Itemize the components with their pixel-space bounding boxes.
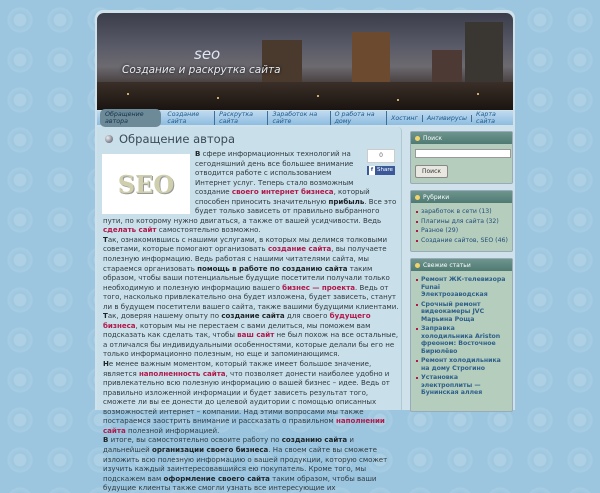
nav-item-antivirus[interactable]: Антивирусы	[423, 114, 473, 122]
nav-item-author[interactable]: Обращение автора	[100, 109, 162, 127]
text-run: ак, доверяя нашему опыту по	[107, 311, 222, 321]
nav-item-hosting[interactable]: Хостинг	[387, 114, 423, 122]
bold-text: оформление своего сайта	[163, 473, 270, 483]
recent-post-link[interactable]: Установка электроплиты — Бунинская аллея	[415, 374, 508, 397]
widget-bullet-icon	[415, 194, 420, 200]
recent-post-link[interactable]: Заправка холодильника Ariston фреоном: В…	[415, 325, 508, 355]
main-content: Обращение автора В сфере информационных …	[97, 127, 402, 492]
nav-item-create-site[interactable]: Создание сайта	[163, 111, 216, 125]
facebook-icon: f	[369, 166, 375, 175]
main-nav: Обращение автора Создание сайта Раскрутк…	[97, 109, 513, 127]
site-description: Создание и раскрутка сайта	[122, 64, 281, 76]
recent-widget-title: Свежие статьи	[423, 261, 471, 269]
post-paragraph: Так, доверяя нашему опыту по создание са…	[103, 311, 399, 359]
category-link[interactable]: Плагины для сайта (32)	[415, 218, 508, 226]
seo-image-text: SEO	[117, 169, 175, 199]
nav-item-promotion[interactable]: Раскрутка сайта	[215, 111, 269, 125]
widget-bullet-icon	[415, 262, 420, 268]
sidebar: Поиск Поиск Рубрики заработок в сети (13…	[410, 131, 513, 418]
site-name-link[interactable]: seo	[194, 45, 220, 63]
search-widget-title: Поиск	[423, 134, 443, 142]
inline-link[interactable]: создание сайта	[268, 244, 331, 253]
city-light	[217, 97, 219, 99]
globe-icon	[105, 135, 113, 143]
city-light	[477, 93, 479, 95]
post-paragraph: В итоге, вы самостоятельно освоите работ…	[103, 435, 399, 492]
header-banner: seo Создание и раскрутка сайта	[97, 13, 513, 110]
search-input[interactable]	[415, 149, 511, 158]
city-light	[397, 99, 399, 101]
inline-link[interactable]: бизнес — проекта	[282, 283, 355, 292]
inline-link[interactable]: ваш сайт	[237, 330, 274, 339]
recent-post-link[interactable]: Ремонт ЖК-телевизора Funai Электрозаводс…	[415, 276, 508, 299]
bold-text: создание сайта	[221, 311, 285, 321]
nav-item-earnings[interactable]: Заработок на сайте	[268, 111, 331, 125]
city-light	[127, 93, 129, 95]
search-widget: Поиск Поиск	[410, 131, 513, 184]
nav-item-home-work[interactable]: О работа на дому	[331, 111, 388, 125]
text-run: самостоятельно возможно.	[156, 225, 261, 235]
text-run: итоге, вы самостоятельно освоите работу …	[108, 435, 282, 445]
bold-text: созданию сайта	[281, 435, 348, 445]
widget-bullet-icon	[415, 135, 420, 141]
bold-text: прибыль	[328, 196, 365, 206]
category-link[interactable]: заработок в сети (13)	[415, 208, 508, 216]
categories-widget-title: Рубрики	[423, 193, 450, 201]
post-title-text: Обращение автора	[119, 132, 236, 146]
inline-link[interactable]: своего интернет бизнеса	[232, 187, 334, 196]
recent-post-link[interactable]: Ремонт холодильника на дому Строгино	[415, 357, 508, 372]
bold-text: организации своего бизнеса	[151, 444, 269, 454]
recent-post-link[interactable]: Срочный ремонт видеокамеры JVC Марьина Р…	[415, 301, 508, 324]
text-run: для своего	[284, 311, 330, 321]
like-count: 0	[367, 149, 395, 163]
city-ground	[97, 82, 513, 110]
recent-posts-widget: Свежие статьи Ремонт ЖК-телевизора Funai…	[410, 258, 513, 412]
post-paragraph: Так, ознакомившись с нашими услугами, в …	[103, 235, 399, 311]
post-title: Обращение автора	[105, 132, 235, 146]
page-container: seo Создание и раскрутка сайта Обращение…	[95, 10, 515, 492]
categories-widget: Рубрики заработок в сети (13) Плагины дл…	[410, 190, 513, 252]
post-paragraph: Не менее важным моментом, который также …	[103, 359, 399, 435]
facebook-share-button[interactable]: f Share	[367, 166, 395, 175]
inline-link[interactable]: сделать сайт	[103, 225, 157, 234]
category-link[interactable]: Создание сайтов, SEO (46)	[415, 237, 508, 245]
nav-item-sitemap[interactable]: Карта сайта	[472, 111, 513, 125]
category-link[interactable]: Разное (29)	[415, 227, 508, 235]
search-button[interactable]: Поиск	[415, 165, 449, 178]
city-light	[317, 95, 319, 97]
seo-image: SEO	[102, 154, 190, 214]
share-label: Share	[377, 167, 393, 173]
text-run: полезной информацией.	[125, 425, 220, 435]
inline-link[interactable]: наполненность сайта	[139, 369, 226, 378]
bold-text: помощь в работе по созданию сайта	[197, 263, 348, 273]
